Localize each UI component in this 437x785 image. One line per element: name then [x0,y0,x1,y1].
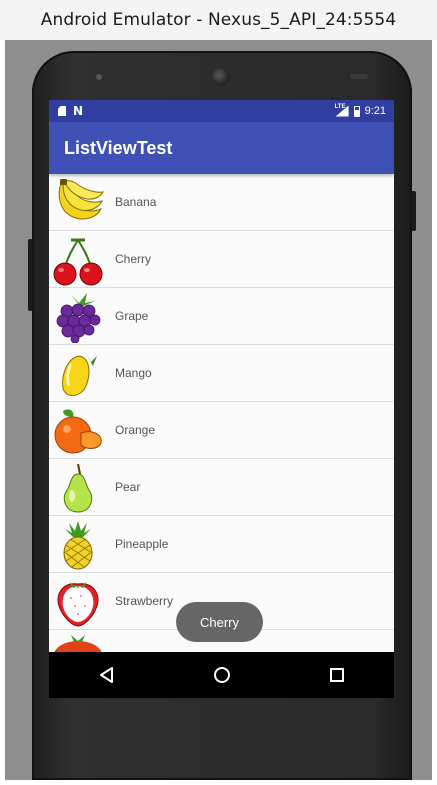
strawberry-icon [51,576,105,628]
list-item-label: Grape [115,309,149,323]
banana-icon [51,177,105,229]
home-circle-icon [213,667,230,683]
power-button[interactable] [411,191,416,231]
phone-body: N LTE 9:21 ListViewTest Banana Cherry Gr… [28,51,416,780]
navigation-bar [49,652,394,698]
front-camera-icon [212,68,230,86]
battery-icon [353,105,360,117]
emulator-title: Android Emulator - Nexus_5_API_24:5554 [40,10,397,30]
list-item[interactable]: Pineapple [49,516,394,573]
emulator-title-bar: Android Emulator - Nexus_5_API_24:5554 [0,0,437,40]
volume-button[interactable] [28,239,33,311]
list-item[interactable]: Grape [49,288,394,345]
list-item[interactable]: Banana [49,174,394,231]
back-triangle-icon [99,667,113,683]
sd-card-icon [58,106,66,116]
home-button[interactable] [202,655,242,695]
list-item-label: Pineapple [115,537,169,551]
toast-text: Cherry [199,614,239,630]
list-item-label: Pear [115,480,141,494]
cherry-icon [51,234,105,286]
back-button[interactable] [87,655,127,695]
list-item-label: Mango [115,366,152,380]
mango-icon [51,348,105,400]
recents-square-icon [329,668,344,682]
app-bar: ListViewTest [49,122,394,174]
recents-button[interactable] [317,655,357,695]
list-item[interactable]: Orange [49,402,394,459]
list-item[interactable]: Cherry [49,231,394,288]
pineapple-icon [51,519,105,571]
device-screen: N LTE 9:21 ListViewTest Banana Cherry Gr… [49,100,394,698]
status-bar: N LTE 9:21 [49,100,394,122]
list-item[interactable]: Pear [49,459,394,516]
emulator-frame: N LTE 9:21 ListViewTest Banana Cherry Gr… [5,40,432,780]
toast-message: Cherry [176,602,263,642]
list-item[interactable]: Mango [49,345,394,402]
orange-icon [51,405,105,457]
list-item-label: Banana [115,195,157,209]
list-item-label: Cherry [115,252,152,266]
list-item-label: Strawberry [115,594,174,608]
app-title: ListViewTest [64,137,173,158]
list-item-label: Orange [115,423,156,437]
watermelon-icon [51,633,105,652]
speaker-dot-icon [96,74,102,80]
grape-icon [51,291,105,343]
sensor-icon [350,74,368,79]
pear-icon [51,462,105,514]
notification-n-icon: N [73,104,84,118]
signal-icon: LTE [335,104,349,117]
status-time: 9:21 [364,105,386,117]
fruit-list[interactable]: Banana Cherry Grape Mango Orange Pear Pi… [49,174,394,652]
